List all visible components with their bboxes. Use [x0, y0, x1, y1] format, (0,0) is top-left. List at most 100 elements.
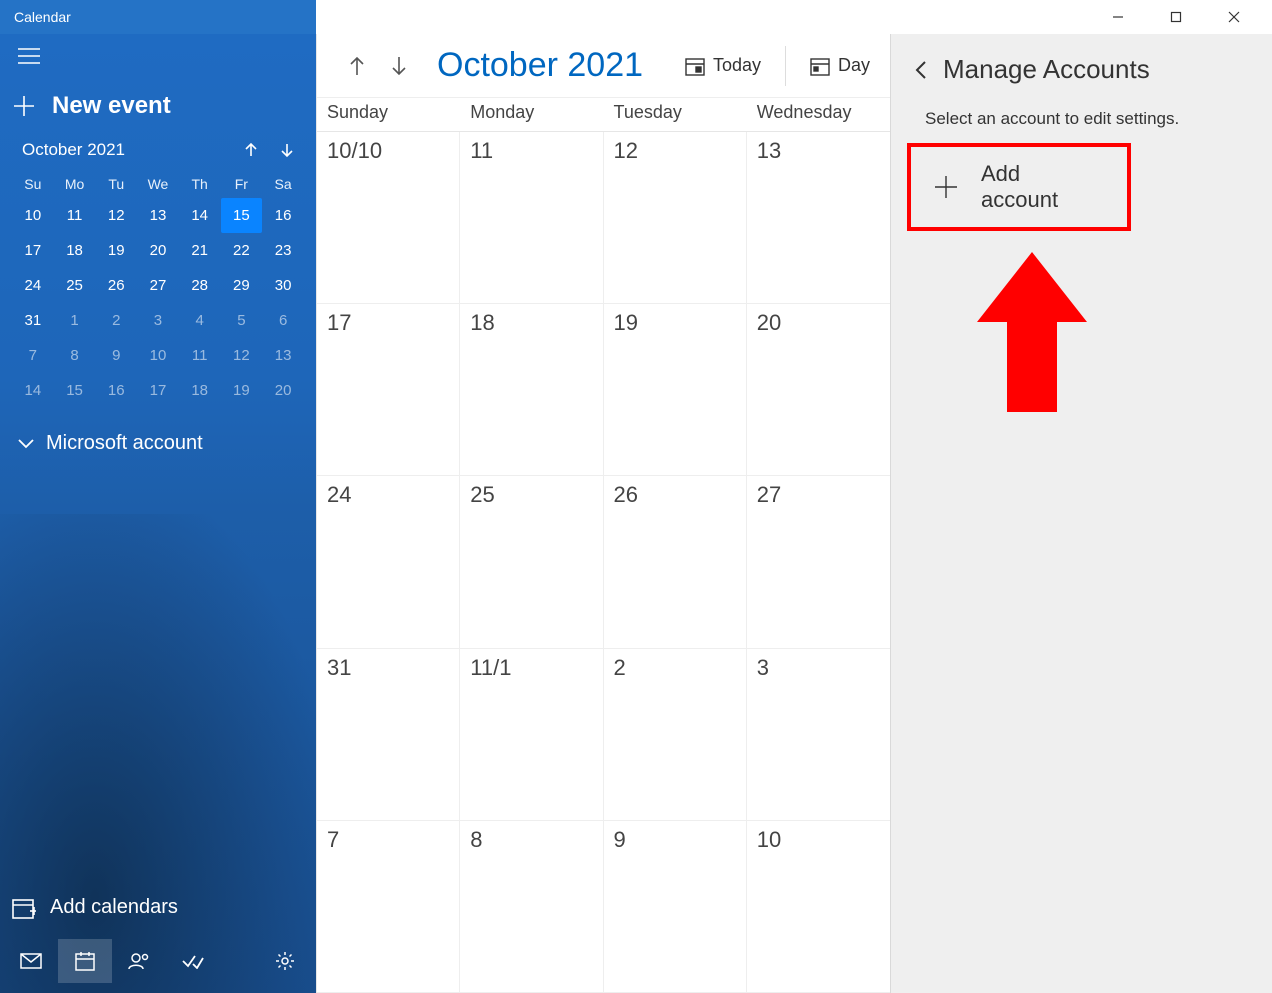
mini-calendar-day[interactable]: 16: [95, 373, 137, 408]
mini-calendar-prev[interactable]: [244, 142, 258, 158]
panel-title: Manage Accounts: [943, 54, 1150, 85]
mini-weekday: Sa: [262, 170, 304, 198]
calendar-grid[interactable]: 10/10111213 17181920 24252627 3111/123 78910: [317, 131, 890, 993]
mini-calendar-day[interactable]: 13: [262, 338, 304, 373]
calendar-cell[interactable]: 9: [604, 821, 747, 993]
calendar-cell[interactable]: 10: [747, 821, 890, 993]
mini-weekday: Tu: [95, 170, 137, 198]
window-close-button[interactable]: [1214, 2, 1254, 32]
people-button[interactable]: [112, 939, 166, 983]
mini-calendar-day[interactable]: 4: [179, 303, 221, 338]
mini-calendar-day[interactable]: 9: [95, 338, 137, 373]
mini-calendar-day[interactable]: 17: [12, 233, 54, 268]
new-event-button[interactable]: New event: [0, 78, 316, 140]
mini-calendar-day[interactable]: 8: [54, 338, 96, 373]
mini-calendar-day[interactable]: 1: [54, 303, 96, 338]
mini-calendar-day[interactable]: 29: [221, 268, 263, 303]
calendar-cell[interactable]: 27: [747, 476, 890, 648]
calendar-cell[interactable]: 3: [747, 649, 890, 821]
calendar-button[interactable]: [58, 939, 112, 983]
calendar-cell[interactable]: 24: [317, 476, 460, 648]
add-account-button[interactable]: Add account: [907, 143, 1131, 231]
calendar-cell[interactable]: 2: [604, 649, 747, 821]
mini-calendar-day[interactable]: 10: [137, 338, 179, 373]
mini-calendar-day[interactable]: 11: [54, 198, 96, 233]
mini-calendar-day[interactable]: 14: [179, 198, 221, 233]
calendar-cell[interactable]: 7: [317, 821, 460, 993]
mini-calendar-day[interactable]: 18: [179, 373, 221, 408]
mini-calendar-day[interactable]: 25: [54, 268, 96, 303]
mini-calendar-day[interactable]: 7: [12, 338, 54, 373]
mini-calendar-day[interactable]: 22: [221, 233, 263, 268]
calendar-cell[interactable]: 10/10: [317, 132, 460, 304]
next-period-button[interactable]: [383, 50, 415, 82]
window-title: Calendar: [0, 0, 316, 34]
mail-button[interactable]: [4, 939, 58, 983]
mini-calendar-day[interactable]: 5: [221, 303, 263, 338]
mini-calendar-day[interactable]: 15: [54, 373, 96, 408]
calendar-cell[interactable]: 11/1: [460, 649, 603, 821]
calendar-cell[interactable]: 26: [604, 476, 747, 648]
mini-calendar-month[interactable]: October 2021: [22, 140, 125, 160]
account-microsoft[interactable]: Microsoft account: [0, 418, 316, 469]
view-day-label: Day: [838, 55, 870, 76]
calendar-cell[interactable]: 12: [604, 132, 747, 304]
window-minimize-button[interactable]: [1098, 2, 1138, 32]
calendar-cell[interactable]: 11: [460, 132, 603, 304]
mini-calendar-day[interactable]: 31: [12, 303, 54, 338]
todo-button[interactable]: [166, 939, 220, 983]
mini-calendar-day[interactable]: 30: [262, 268, 304, 303]
mini-calendar-day[interactable]: 15: [221, 198, 263, 233]
mini-calendar-day[interactable]: 16: [262, 198, 304, 233]
today-button[interactable]: Today: [675, 49, 771, 82]
calendar-cell[interactable]: 25: [460, 476, 603, 648]
day-icon: [810, 56, 830, 76]
calendar-cell[interactable]: 20: [747, 304, 890, 476]
mini-calendar-day[interactable]: 6: [262, 303, 304, 338]
mini-calendar-day[interactable]: 20: [262, 373, 304, 408]
calendar-cell[interactable]: 31: [317, 649, 460, 821]
mini-calendar-day[interactable]: 20: [137, 233, 179, 268]
mini-calendar-day[interactable]: 12: [221, 338, 263, 373]
calendar-cell[interactable]: 18: [460, 304, 603, 476]
mini-calendar-day[interactable]: 19: [95, 233, 137, 268]
mini-calendar-day[interactable]: 24: [12, 268, 54, 303]
separator: [785, 46, 786, 86]
mini-calendar-day[interactable]: 23: [262, 233, 304, 268]
plus-icon: [14, 96, 34, 116]
back-button[interactable]: [915, 61, 927, 79]
mini-calendar: SuMoTuWeThFrSa10111213141516171819202122…: [0, 168, 316, 418]
month-title[interactable]: October 2021: [437, 46, 643, 85]
mini-calendar-day[interactable]: 27: [137, 268, 179, 303]
mini-weekday: We: [137, 170, 179, 198]
mini-calendar-day[interactable]: 11: [179, 338, 221, 373]
mini-calendar-next[interactable]: [280, 142, 294, 158]
mini-calendar-day[interactable]: 21: [179, 233, 221, 268]
mini-weekday: Mo: [54, 170, 96, 198]
calendar-cell[interactable]: 17: [317, 304, 460, 476]
view-day-button[interactable]: Day: [800, 49, 880, 82]
mini-calendar-day[interactable]: 26: [95, 268, 137, 303]
calendar-cell[interactable]: 13: [747, 132, 890, 304]
mini-calendar-day[interactable]: 12: [95, 198, 137, 233]
prev-period-button[interactable]: [341, 50, 373, 82]
mini-calendar-day[interactable]: 3: [137, 303, 179, 338]
annotation-arrow: [977, 252, 1087, 412]
add-calendars-button[interactable]: Add calendars: [0, 884, 316, 931]
mini-calendar-day[interactable]: 14: [12, 373, 54, 408]
menu-button[interactable]: [0, 34, 316, 78]
mini-calendar-day[interactable]: 13: [137, 198, 179, 233]
window-maximize-button[interactable]: [1156, 2, 1196, 32]
mini-calendar-day[interactable]: 10: [12, 198, 54, 233]
mini-calendar-day[interactable]: 18: [54, 233, 96, 268]
calendar-cell[interactable]: 8: [460, 821, 603, 993]
mini-calendar-day[interactable]: 17: [137, 373, 179, 408]
mini-calendar-day[interactable]: 19: [221, 373, 263, 408]
mini-weekday: Fr: [221, 170, 263, 198]
account-label: Microsoft account: [46, 432, 203, 455]
mini-calendar-day[interactable]: 28: [179, 268, 221, 303]
settings-button[interactable]: [258, 939, 312, 983]
today-icon: [685, 56, 705, 76]
mini-calendar-day[interactable]: 2: [95, 303, 137, 338]
calendar-cell[interactable]: 19: [604, 304, 747, 476]
